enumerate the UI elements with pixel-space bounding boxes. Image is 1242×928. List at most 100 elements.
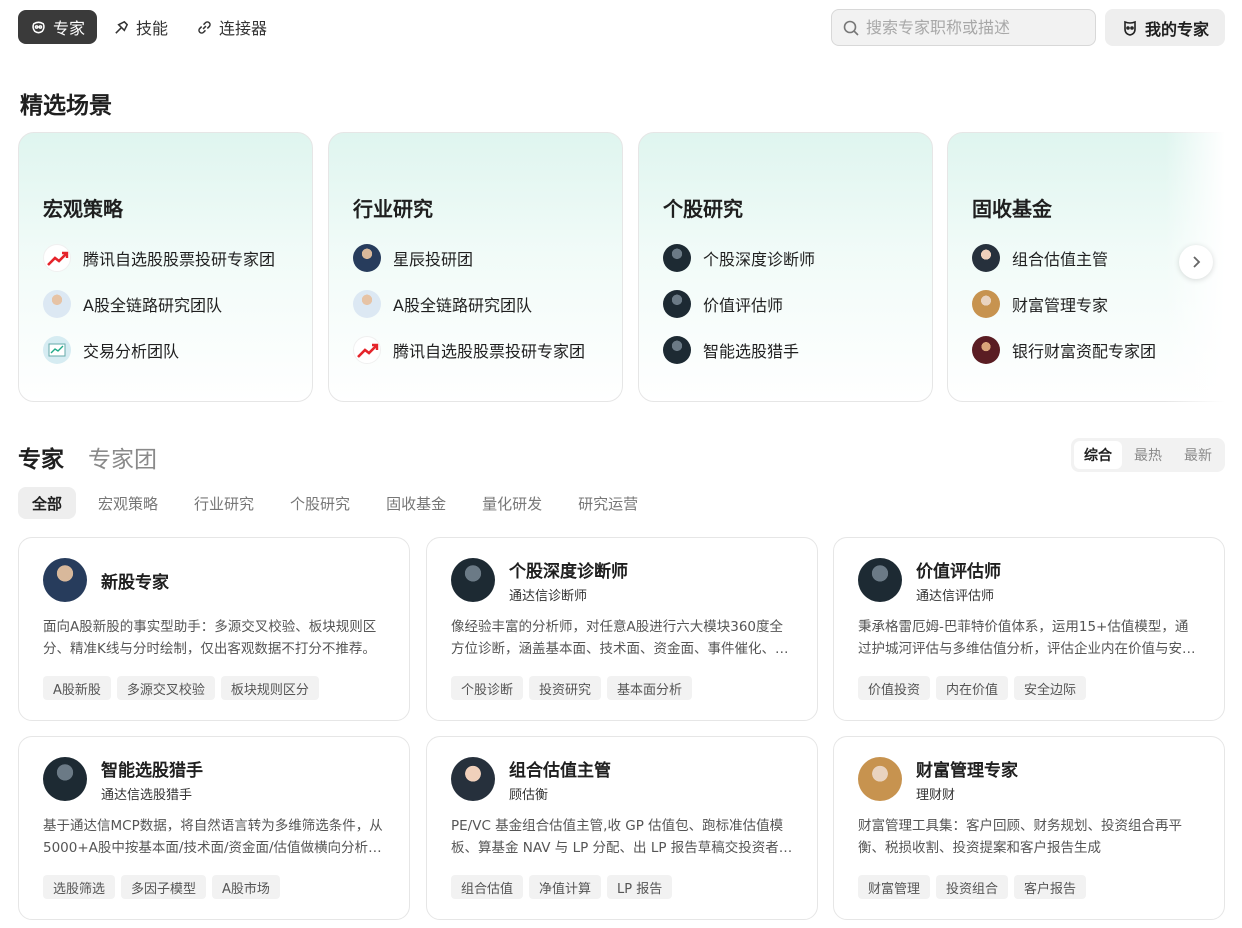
expert-description: 基于通达信MCP数据，将自然语言转为多维筛选条件，从5000+A股中按基本面/技… [43, 818, 383, 856]
expert-card-titles: 价值评估师 通达信评估师 [916, 557, 1001, 604]
search-box[interactable] [831, 9, 1096, 46]
expert-card-header: 新股专家 [43, 558, 385, 602]
expert-tags: 个股诊断 投资研究 基本面分析 [451, 676, 793, 700]
expert-name: 智能选股猎手 [101, 760, 203, 781]
avatar [43, 558, 87, 602]
scene-item-label: 组合估值主管 [1012, 250, 1109, 269]
category-filter: 全部 宏观策略 行业研究 个股研究 固收基金 量化研发 研究运营 [18, 487, 652, 519]
expert-tags: 财富管理 投资组合 客户报告 [858, 875, 1200, 899]
sort-new[interactable]: 最新 [1174, 441, 1222, 469]
chevron-right-icon [1193, 256, 1201, 268]
featured-title: 精选场景 [20, 93, 112, 119]
scene-item[interactable]: A股全链路研究团队 [43, 290, 312, 318]
expert-subtitle: 理财财 [916, 787, 956, 803]
expert-card-header: 价值评估师 通达信评估师 [858, 557, 1200, 604]
expert-card-header: 财富管理专家 理财财 [858, 756, 1200, 803]
expert-card[interactable]: 智能选股猎手 通达信选股猎手 基于通达信MCP数据，将自然语言转为多维筛选条件，… [18, 736, 410, 920]
tab-connectors-label: 连接器 [219, 19, 268, 38]
expert-name: 价值评估师 [916, 561, 1001, 582]
avatar [858, 757, 902, 801]
category-ops[interactable]: 研究运营 [564, 487, 652, 519]
avatar [663, 336, 691, 364]
category-stock[interactable]: 个股研究 [276, 487, 364, 519]
category-macro[interactable]: 宏观策略 [84, 487, 172, 519]
featured-carousel: 宏观策略 腾讯自选股股票投研专家团 A股全链路研究团队 交易分析团队 行业研究 … [18, 132, 1225, 403]
tencent-logo-icon [43, 244, 71, 272]
category-quant[interactable]: 量化研发 [468, 487, 556, 519]
expert-card[interactable]: 新股专家 面向A股新股的事实型助手：多源交叉校验、板块规则区分、精准K线与分时绘… [18, 537, 410, 721]
avatar [43, 290, 71, 318]
expert-card-titles: 财富管理专家 理财财 [916, 756, 1018, 803]
category-fixed-income[interactable]: 固收基金 [372, 487, 460, 519]
tag: 价值投资 [858, 676, 931, 700]
scene-card-title: 个股研究 [663, 197, 743, 221]
expert-name: 新股专家 [101, 572, 169, 593]
scene-item-label: 星辰投研团 [393, 250, 474, 269]
tag: 组合估值 [451, 875, 524, 899]
expert-icon [32, 21, 45, 33]
expert-icon [1124, 20, 1136, 36]
tag: 投资组合 [936, 875, 1009, 899]
expert-subtitle: 通达信评估师 [916, 588, 995, 604]
scene-item-label: 财富管理专家 [1012, 296, 1109, 315]
scene-card-industry: 行业研究 星辰投研团 A股全链路研究团队 腾讯自选股股票投研专家团 [328, 132, 623, 402]
expert-card[interactable]: 个股深度诊断师 通达信诊断师 像经验丰富的分析师，对任意A股进行六大模块360度… [426, 537, 818, 721]
avatar [353, 290, 381, 318]
my-experts-label: 我的专家 [1144, 19, 1209, 39]
avatar [972, 336, 1000, 364]
tab-expert-teams[interactable]: 专家团 [88, 440, 157, 474]
expert-card-header: 个股深度诊断师 通达信诊断师 [451, 558, 793, 604]
scene-item[interactable]: 银行财富资配专家团 [972, 336, 1225, 364]
scene-item[interactable]: 个股深度诊断师 [663, 244, 932, 272]
tag: A股新股 [43, 676, 111, 700]
scene-item[interactable]: 智能选股猎手 [663, 336, 932, 364]
search-input[interactable] [866, 18, 1086, 37]
avatar [451, 757, 495, 801]
category-industry[interactable]: 行业研究 [180, 487, 268, 519]
scene-card-title: 宏观策略 [43, 197, 123, 221]
avatar [353, 244, 381, 272]
scene-item[interactable]: 财富管理专家 [972, 290, 1225, 318]
sort-hot[interactable]: 最热 [1124, 441, 1172, 469]
scene-item[interactable]: 腾讯自选股股票投研专家团 [353, 336, 622, 364]
tab-connectors[interactable]: 连接器 [184, 10, 279, 44]
scene-item[interactable]: 腾讯自选股股票投研专家团 [43, 244, 312, 272]
scene-item-label: A股全链路研究团队 [393, 296, 532, 315]
tag: A股市场 [212, 875, 280, 899]
tag: 内在价值 [936, 676, 1009, 700]
scene-item[interactable]: A股全链路研究团队 [353, 290, 622, 318]
carousel-next-button[interactable] [1179, 245, 1213, 279]
avatar [972, 290, 1000, 318]
scene-item-label: 腾讯自选股股票投研专家团 [393, 342, 586, 361]
expert-description: 财富管理工具集：客户回顾、财务规划、投资组合再平衡、税损收割、投资提案和客户报告… [858, 818, 1182, 856]
expert-name: 财富管理专家 [916, 760, 1018, 781]
tab-experts[interactable]: 专家 [18, 10, 98, 44]
scene-item-label: A股全链路研究团队 [83, 296, 222, 315]
expert-tags: 价值投资 内在价值 安全边际 [858, 676, 1200, 700]
tag: 投资研究 [529, 676, 602, 700]
scene-item[interactable]: 价值评估师 [663, 290, 932, 318]
sort-overall[interactable]: 综合 [1074, 441, 1122, 469]
expert-card-header: 组合估值主管 顾估衡 [451, 756, 793, 803]
tag: 个股诊断 [451, 676, 524, 700]
expert-description: 像经验丰富的分析师，对任意A股进行六大模块360度全方位诊断，涵盖基本面、技术面… [451, 619, 789, 657]
tag: LP 报告 [607, 875, 673, 899]
tag: 多因子模型 [121, 875, 207, 899]
scene-item-label: 价值评估师 [703, 296, 784, 315]
category-all[interactable]: 全部 [18, 487, 77, 519]
expert-card[interactable]: 财富管理专家 理财财 财富管理工具集：客户回顾、财务规划、投资组合再平衡、税损收… [833, 736, 1225, 920]
tencent-logo-icon [353, 336, 381, 364]
my-experts-button[interactable]: 我的专家 [1105, 9, 1225, 46]
tab-skills[interactable]: 技能 [101, 10, 180, 44]
scene-card-title: 行业研究 [353, 197, 433, 221]
tab-experts-list[interactable]: 专家 [18, 440, 64, 474]
scene-item[interactable]: 交易分析团队 [43, 336, 312, 364]
avatar [43, 757, 87, 801]
scene-card-stock: 个股研究 个股深度诊断师 价值评估师 智能选股猎手 [638, 132, 933, 402]
expert-card-header: 智能选股猎手 通达信选股猎手 [43, 757, 385, 803]
scene-card-title: 固收基金 [972, 197, 1052, 221]
expert-card-titles: 组合估值主管 顾估衡 [509, 756, 611, 803]
expert-card[interactable]: 组合估值主管 顾估衡 PE/VC 基金组合估值主管,收 GP 估值包、跑标准估值… [426, 736, 818, 920]
expert-card[interactable]: 价值评估师 通达信评估师 秉承格雷厄姆-巴菲特价值体系，运用15+估值模型，通过… [833, 537, 1225, 721]
scene-item[interactable]: 星辰投研团 [353, 244, 622, 272]
